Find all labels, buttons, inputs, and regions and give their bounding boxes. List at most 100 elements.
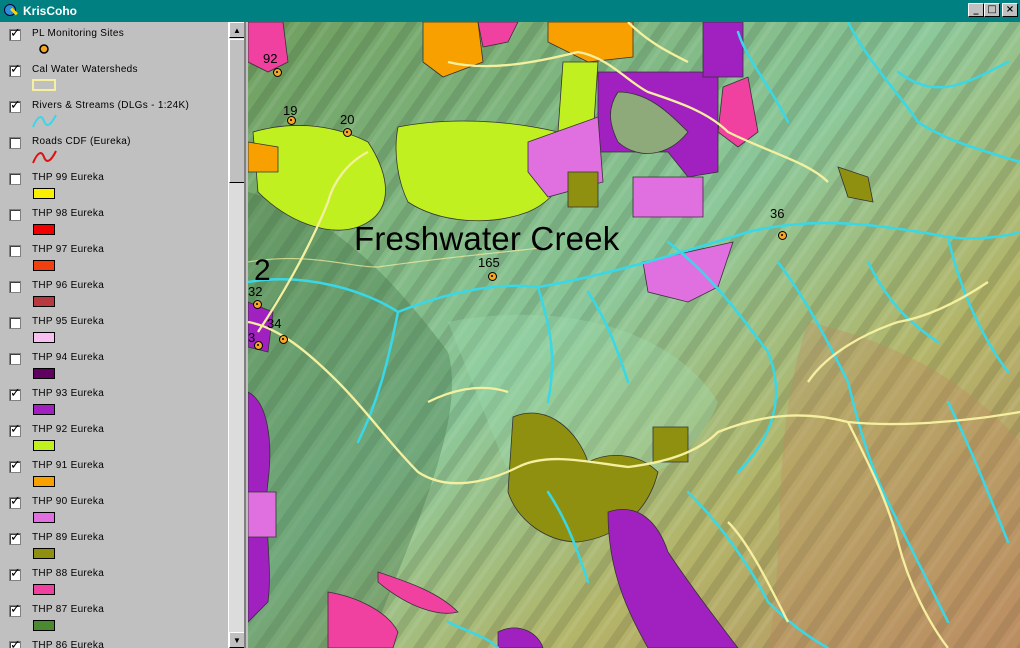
layer-visibility-checkbox[interactable]: ✓ <box>9 98 21 113</box>
site-label: 20 <box>340 112 355 127</box>
map-canvas <box>248 22 1020 648</box>
layer-visibility-checkbox[interactable]: ✓ <box>9 494 21 509</box>
layer-visibility-checkbox[interactable]: ✓ <box>9 459 21 473</box>
maximize-button[interactable]: □ <box>984 3 1000 17</box>
layer-visibility-checkbox[interactable]: ✓ <box>9 566 21 581</box>
check-icon: ✓ <box>10 386 21 401</box>
site-label: 92 <box>263 51 278 66</box>
layer-item[interactable]: THP 95 Eureka <box>0 310 228 346</box>
layer-visibility-checkbox[interactable]: ✓ <box>9 63 21 77</box>
layer-visibility-checkbox[interactable]: ✓ <box>9 602 21 617</box>
layer-visibility-checkbox[interactable]: ✓ <box>9 386 21 401</box>
monitoring-site-marker[interactable] <box>279 335 288 344</box>
site-label: 32 <box>248 284 263 299</box>
layer-list-scrollbar[interactable]: ▲ ▼ <box>228 22 244 648</box>
layer-fill-swatch <box>33 476 55 487</box>
layer-name: THP 86 Eureka <box>32 640 105 648</box>
layer-item[interactable]: ✓ THP 88 Eureka <box>0 562 228 598</box>
layer-name: THP 95 Eureka <box>32 316 105 327</box>
scroll-thumb[interactable] <box>229 39 244 183</box>
layer-name: THP 88 Eureka <box>32 568 105 579</box>
layer-item[interactable]: Roads CDF (Eureka) <box>0 130 228 166</box>
layer-item[interactable]: ✓ THP 89 Eureka <box>0 526 228 562</box>
layer-item[interactable]: ✓ THP 91 Eureka <box>0 454 228 490</box>
layer-visibility-checkbox[interactable]: ✓ <box>9 26 21 41</box>
check-icon: ✓ <box>10 26 21 41</box>
layer-item[interactable]: THP 99 Eureka <box>0 166 228 202</box>
point-symbol-icon <box>39 44 49 54</box>
layer-visibility-checkbox[interactable]: ✓ <box>9 638 21 648</box>
layer-item[interactable]: THP 94 Eureka <box>0 346 228 382</box>
layer-name: Rivers & Streams (DLGs - 1:24K) <box>32 100 190 111</box>
layer-item[interactable]: ✓ THP 86 Eureka <box>0 634 228 648</box>
monitoring-site-marker[interactable] <box>273 68 282 77</box>
layer-visibility-checkbox[interactable] <box>9 281 21 293</box>
site-label: 165 <box>478 255 500 270</box>
layer-fill-swatch <box>33 512 55 523</box>
layer-visibility-checkbox[interactable]: ✓ <box>9 422 21 437</box>
layer-item[interactable]: THP 97 Eureka <box>0 238 228 274</box>
map-view[interactable]: Freshwater Creek 2 92 19 20 36 165 34 32… <box>248 22 1020 648</box>
layer-fill-swatch <box>33 332 55 343</box>
monitoring-site-marker[interactable] <box>254 341 263 350</box>
layer-name: THP 96 Eureka <box>32 280 105 291</box>
layer-item[interactable]: ✓ Cal Water Watersheds <box>0 58 228 94</box>
title-bar: KrisCoho _ □ × <box>0 0 1020 22</box>
layer-fill-swatch <box>33 224 55 235</box>
layer-fill-swatch <box>33 368 55 379</box>
layer-item[interactable]: THP 96 Eureka <box>0 274 228 310</box>
monitoring-site-marker[interactable] <box>343 128 352 137</box>
check-icon: ✓ <box>10 638 21 648</box>
check-icon: ✓ <box>10 98 21 113</box>
check-icon: ✓ <box>10 422 21 437</box>
layer-item[interactable]: ✓ THP 90 Eureka <box>0 490 228 526</box>
site-label: 36 <box>770 206 785 221</box>
layer-item[interactable]: ✓ PL Monitoring Sites <box>0 22 228 58</box>
layer-name: PL Monitoring Sites <box>32 28 125 39</box>
scroll-up-button[interactable]: ▲ <box>229 22 244 38</box>
layer-item[interactable]: ✓ THP 92 Eureka <box>0 418 228 454</box>
layer-fill-swatch <box>33 296 55 307</box>
layer-item[interactable]: ✓ THP 87 Eureka <box>0 598 228 634</box>
site-label: 34 <box>267 316 282 331</box>
watershed-number-label: 2 <box>254 254 271 287</box>
minimize-button[interactable]: _ <box>968 3 984 17</box>
window-title: KrisCoho <box>23 4 77 18</box>
layer-visibility-checkbox[interactable] <box>9 353 21 365</box>
layer-name: THP 97 Eureka <box>32 244 105 255</box>
layer-visibility-checkbox[interactable] <box>9 173 21 185</box>
layer-fill-swatch <box>33 260 55 271</box>
monitoring-site-marker[interactable] <box>253 300 262 309</box>
line-symbol-icon <box>32 150 57 164</box>
layer-list-panel: ✓ PL Monitoring Sites ✓ Cal Water Watershed… <box>0 22 246 648</box>
creek-label: Freshwater Creek <box>354 220 620 257</box>
layer-item[interactable]: THP 98 Eureka <box>0 202 228 238</box>
layer-item[interactable]: ✓ Rivers & Streams (DLGs - 1:24K) <box>0 94 228 130</box>
layer-fill-swatch <box>33 548 55 559</box>
layer-visibility-checkbox[interactable] <box>9 137 21 149</box>
layer-name: THP 99 Eureka <box>32 172 105 183</box>
layer-name: THP 93 Eureka <box>32 388 105 399</box>
layer-name: THP 92 Eureka <box>32 424 105 435</box>
layer-name: THP 98 Eureka <box>32 208 105 219</box>
layer-visibility-checkbox[interactable] <box>9 317 21 329</box>
layer-name: Roads CDF (Eureka) <box>32 136 131 147</box>
app-globe-icon <box>3 3 19 19</box>
layer-name: THP 91 Eureka <box>32 460 105 471</box>
layer-visibility-checkbox[interactable] <box>9 245 21 257</box>
layer-fill-swatch <box>33 584 55 595</box>
scroll-down-button[interactable]: ▼ <box>229 632 244 648</box>
layer-visibility-checkbox[interactable]: ✓ <box>9 531 21 545</box>
layer-item[interactable]: ✓ THP 93 Eureka <box>0 382 228 418</box>
monitoring-site-marker[interactable] <box>488 272 497 281</box>
monitoring-site-marker[interactable] <box>287 116 296 125</box>
check-icon: ✓ <box>10 602 21 617</box>
layer-name: THP 94 Eureka <box>32 352 105 363</box>
layer-visibility-checkbox[interactable] <box>9 209 21 221</box>
layer-fill-swatch <box>33 440 55 451</box>
layer-name: THP 90 Eureka <box>32 496 105 507</box>
check-icon: ✓ <box>10 566 21 581</box>
close-button[interactable]: × <box>1002 3 1018 17</box>
check-icon: ✓ <box>10 494 21 509</box>
monitoring-site-marker[interactable] <box>778 231 787 240</box>
